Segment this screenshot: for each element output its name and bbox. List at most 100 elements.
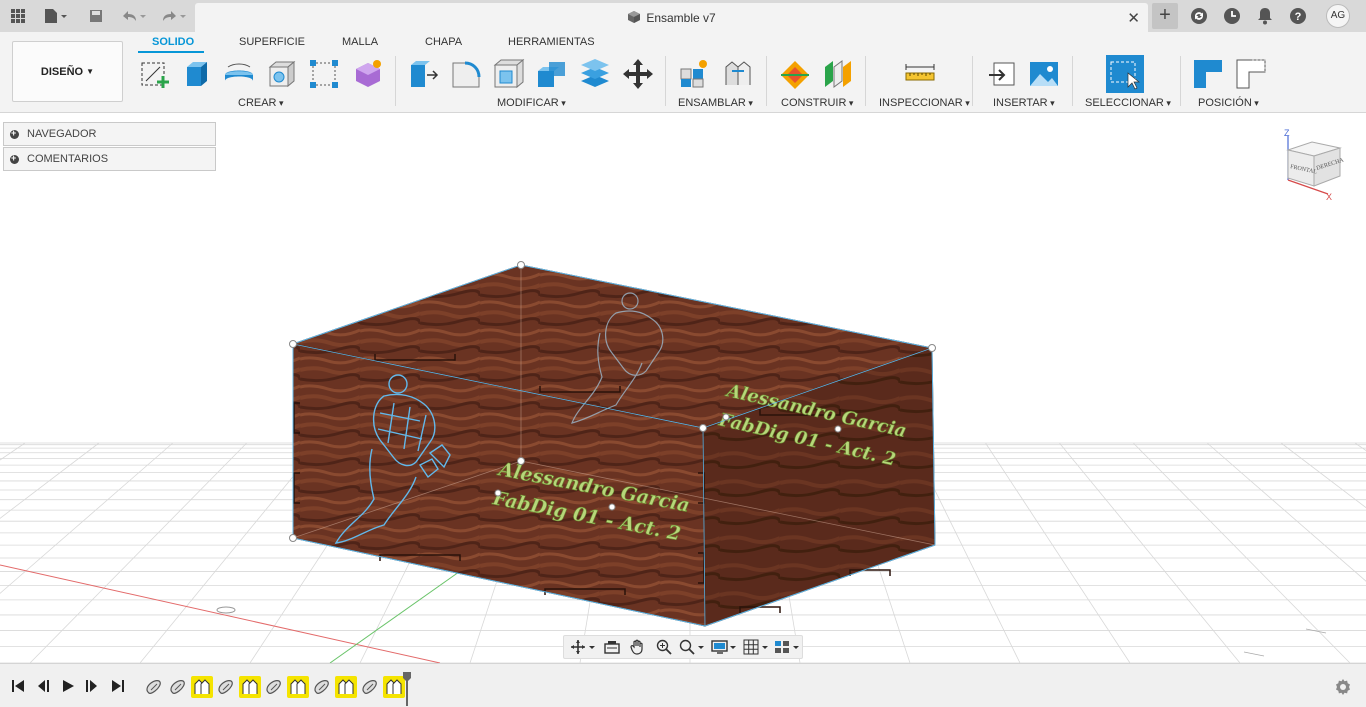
browser-comentarios-label: COMENTARIOS <box>27 153 109 165</box>
insert-canvas-button[interactable] <box>1026 56 1062 92</box>
timeline-body-feature[interactable] <box>359 676 381 698</box>
separator <box>865 56 866 106</box>
group-posicion[interactable]: POSICIÓN <box>1198 97 1259 109</box>
position-icon <box>1194 60 1222 88</box>
timeline-joint-feature[interactable] <box>383 676 405 698</box>
workspace-selector[interactable]: DISEÑO ▼ <box>12 41 123 102</box>
tab-herramientas[interactable]: HERRAMIENTAS <box>508 36 595 48</box>
joint-button[interactable] <box>720 56 756 92</box>
step-forward-icon[interactable] <box>82 677 102 695</box>
play-icon[interactable] <box>58 677 78 695</box>
document-tab[interactable]: Ensamble v7 ✕ <box>195 3 1148 32</box>
group-modificar[interactable]: MODIFICAR <box>497 97 566 109</box>
measure-button[interactable] <box>902 56 938 92</box>
grid-settings-icon[interactable] <box>741 637 771 657</box>
sync-icon[interactable] <box>1189 6 1209 26</box>
group-inspeccionar[interactable]: INSPECCIONAR <box>879 97 970 109</box>
group-ensamblar[interactable]: ENSAMBLAR <box>678 97 753 109</box>
create-form-button[interactable] <box>350 56 386 92</box>
group-construir[interactable]: CONSTRUIR <box>781 97 853 109</box>
group-crear[interactable]: CREAR <box>238 97 284 109</box>
navigation-toolbar <box>563 635 803 659</box>
expand-icon[interactable] <box>10 153 19 164</box>
timeline-body-feature[interactable] <box>263 676 285 698</box>
align-button[interactable] <box>577 56 613 92</box>
grid-scale-marks <box>1243 628 1327 657</box>
midplane-button[interactable] <box>820 56 856 92</box>
view-cube[interactable]: Z X FRONTAL DERECHA <box>1276 128 1350 202</box>
gear-icon[interactable] <box>1334 678 1352 696</box>
timeline-joint-feature[interactable] <box>239 676 261 698</box>
browser-navegador[interactable]: NAVEGADOR <box>3 122 216 146</box>
press-pull-button[interactable] <box>405 56 441 92</box>
plus-icon[interactable]: + <box>1152 3 1178 29</box>
timeline-body-feature[interactable] <box>143 676 165 698</box>
move-icon <box>623 59 653 89</box>
pattern-button[interactable] <box>306 56 342 92</box>
rectangular-pattern-icon <box>310 60 338 88</box>
go-to-end-icon[interactable] <box>108 677 128 695</box>
display-settings-icon[interactable] <box>709 637 739 657</box>
revolve-button[interactable] <box>221 56 257 92</box>
scene-canvas[interactable]: Alessandro Garcia FabDig 01 - Act. 2 Ale… <box>0 113 1366 663</box>
orbit-icon[interactable] <box>568 637 598 657</box>
save-icon[interactable] <box>86 6 106 26</box>
insert-derive-button[interactable] <box>985 56 1021 92</box>
revert-position-button[interactable] <box>1233 56 1269 92</box>
pan-hand-icon[interactable] <box>626 637 650 657</box>
timeline-body-feature[interactable] <box>167 676 189 698</box>
extrude-icon <box>187 62 207 86</box>
create-sketch-button[interactable] <box>137 56 173 92</box>
timeline-joint-feature[interactable] <box>335 676 357 698</box>
combine-button[interactable] <box>534 56 570 92</box>
group-insertar[interactable]: INSERTAR <box>993 97 1055 109</box>
clock-icon[interactable] <box>1222 6 1242 26</box>
extrude-button[interactable] <box>178 56 214 92</box>
timeline-joint-feature[interactable] <box>287 676 309 698</box>
tab-malla[interactable]: MALLA <box>342 36 378 48</box>
offset-plane-button[interactable] <box>777 56 813 92</box>
timeline-joint-feature[interactable] <box>191 676 213 698</box>
fit-zoom-icon[interactable] <box>678 637 708 657</box>
undo-icon[interactable] <box>118 6 148 26</box>
svg-text:?: ? <box>1295 11 1302 23</box>
redo-icon[interactable] <box>158 6 188 26</box>
viewports-icon[interactable] <box>772 637 802 657</box>
separator <box>665 56 666 106</box>
grid-menu-icon[interactable] <box>8 6 28 26</box>
fillet-icon <box>452 61 481 88</box>
form-icon <box>356 60 381 87</box>
new-component-button[interactable] <box>676 56 712 92</box>
timeline-body-feature[interactable] <box>311 676 333 698</box>
select-cursor-icon <box>1110 61 1140 90</box>
tab-superficie[interactable]: SUPERFICIE <box>239 36 305 48</box>
bell-icon[interactable] <box>1255 6 1275 26</box>
fillet-button[interactable] <box>448 56 484 92</box>
select-button[interactable] <box>1106 55 1144 93</box>
step-back-icon[interactable] <box>33 677 53 695</box>
timeline-track[interactable] <box>140 674 408 702</box>
tab-solido[interactable]: SOLIDO <box>152 36 194 48</box>
hole-button[interactable] <box>264 56 300 92</box>
capture-position-button[interactable] <box>1190 56 1226 92</box>
browser-comentarios[interactable]: COMENTARIOS <box>3 147 216 171</box>
expand-icon[interactable] <box>10 128 19 139</box>
separator <box>766 56 767 106</box>
timeline-marker[interactable] <box>403 672 411 706</box>
timeline-body-feature[interactable] <box>215 676 237 698</box>
image-icon <box>1030 62 1058 86</box>
tab-chapa[interactable]: CHAPA <box>425 36 462 48</box>
go-to-start-icon[interactable] <box>8 677 28 695</box>
look-at-icon[interactable] <box>600 637 624 657</box>
3d-viewport[interactable]: Alessandro Garcia FabDig 01 - Act. 2 Ale… <box>0 113 1366 663</box>
move-copy-button[interactable] <box>620 56 656 92</box>
file-icon[interactable] <box>40 6 70 26</box>
close-icon[interactable]: ✕ <box>1127 9 1140 27</box>
active-tab-indicator <box>138 51 204 53</box>
shell-button[interactable] <box>490 56 526 92</box>
help-icon[interactable]: ? <box>1288 6 1308 26</box>
group-seleccionar[interactable]: SELECCIONAR <box>1085 97 1171 109</box>
avatar[interactable]: AG <box>1326 4 1350 28</box>
zoom-icon[interactable] <box>652 637 676 657</box>
workspace-label: DISEÑO <box>40 65 84 78</box>
